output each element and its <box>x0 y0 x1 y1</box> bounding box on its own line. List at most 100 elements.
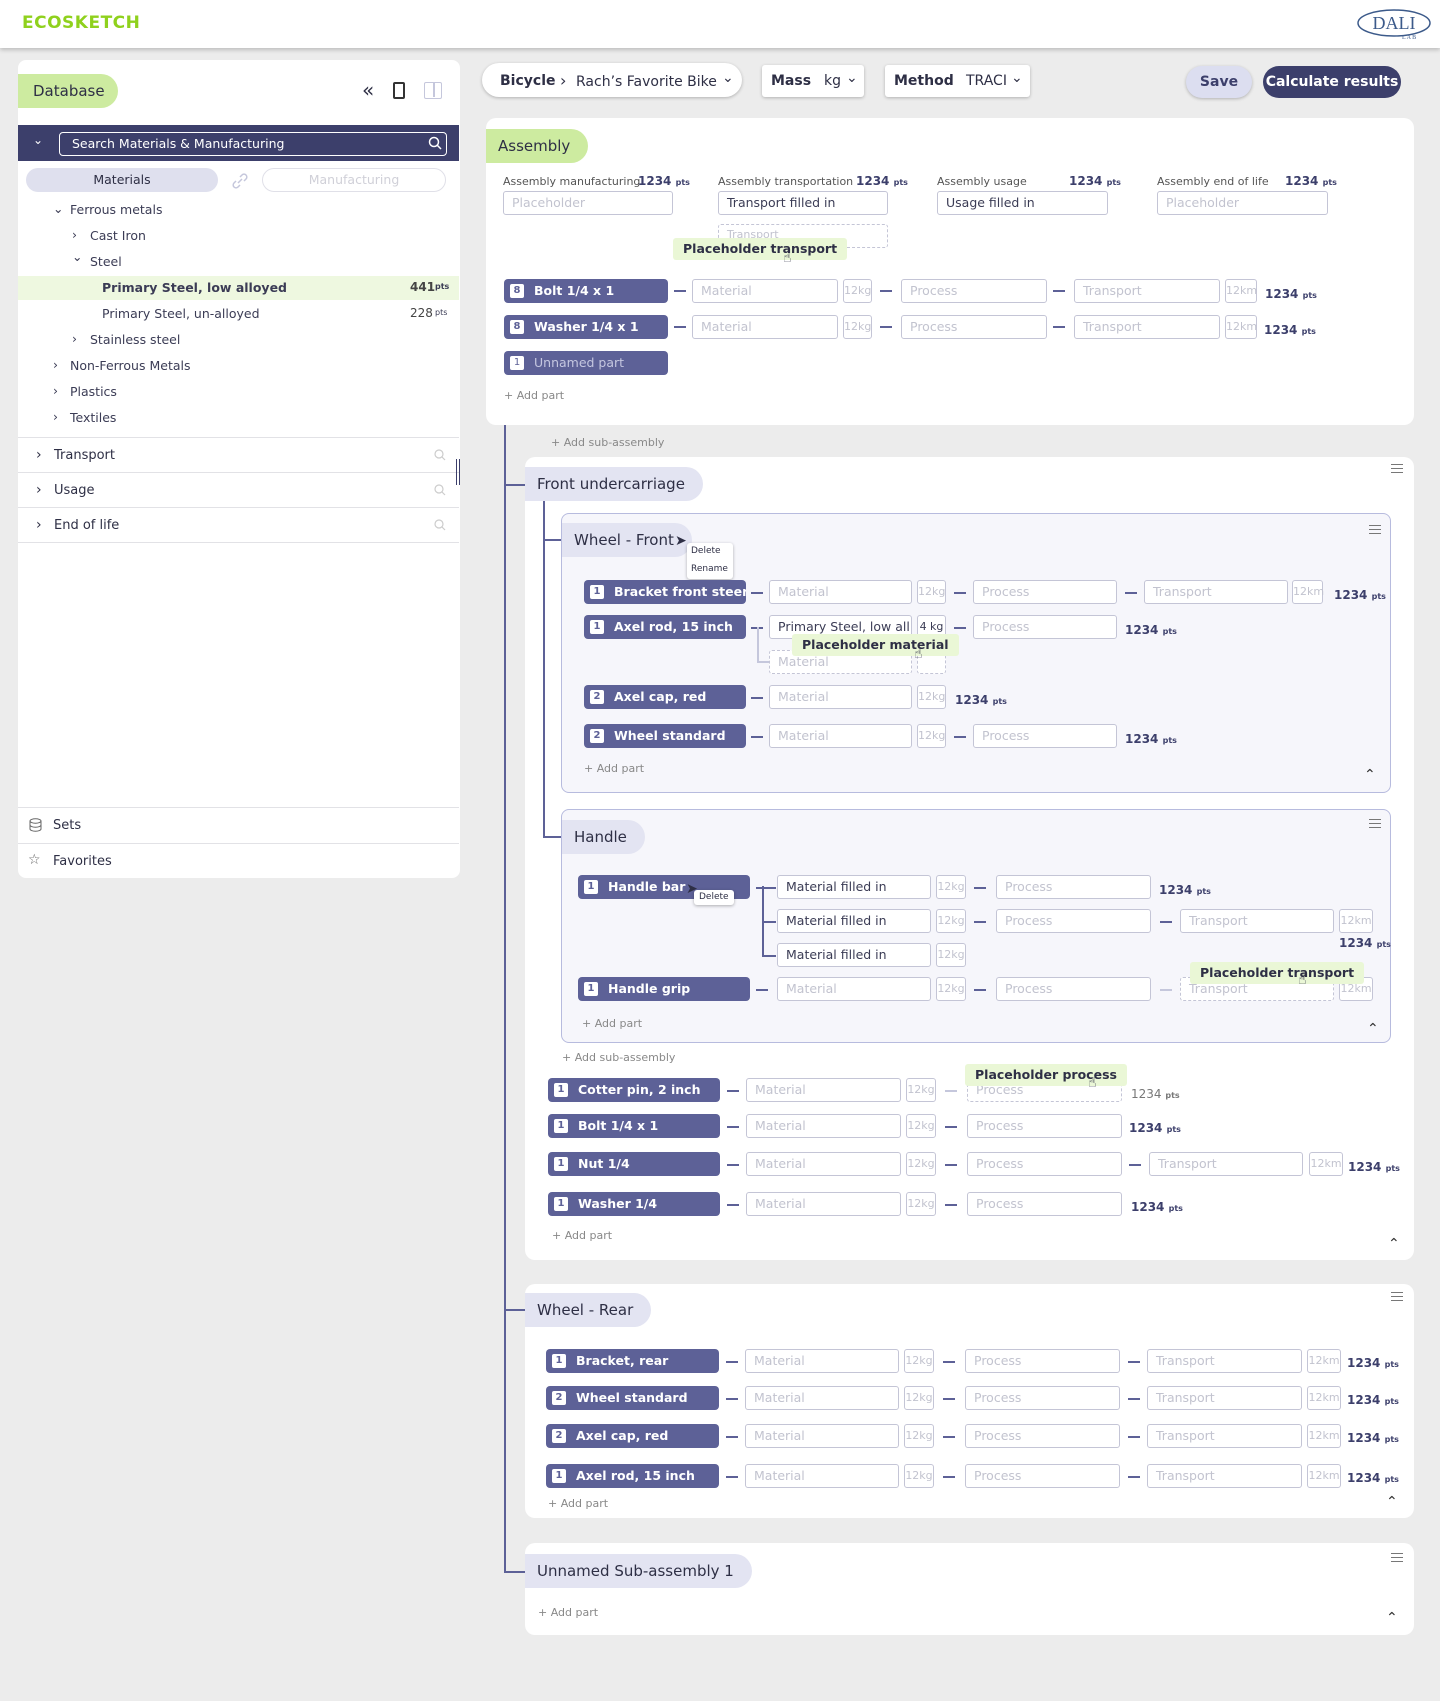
mass-input[interactable]: 12kg <box>906 1192 936 1216</box>
part-chip[interactable]: 2 Wheel standard <box>584 724 746 748</box>
add-sub-assembly-button[interactable]: + Add sub-assembly <box>551 436 664 449</box>
process-input[interactable]: Process <box>967 1192 1122 1216</box>
material-input[interactable]: Material <box>769 724 912 748</box>
material-input[interactable]: Material <box>746 1152 901 1176</box>
process-input[interactable]: Process <box>965 1386 1120 1410</box>
process-input[interactable]: Process <box>901 279 1047 303</box>
tree-item-primary-steel-low[interactable]: Primary Steel, low alloyed <box>102 280 287 295</box>
assembly-transportation-input[interactable]: Transport filled in <box>718 191 888 215</box>
part-chip-unnamed[interactable]: 1 Unnamed part <box>504 351 668 375</box>
part-chip[interactable]: 1 Bolt 1/4 x 1 <box>548 1114 720 1138</box>
part-chip[interactable]: 1Bracket front steeri... <box>584 580 746 604</box>
transport-input[interactable]: Transport <box>1147 1349 1302 1373</box>
menu-icon[interactable] <box>1391 464 1403 473</box>
chevron-down-icon[interactable]: ⌄ <box>846 70 858 86</box>
section-transport[interactable]: Transport <box>18 437 459 473</box>
transport-input[interactable]: Transport <box>1147 1386 1302 1410</box>
material-input[interactable]: Material <box>746 1114 901 1138</box>
chevron-up-icon[interactable]: ⌃ <box>1367 1021 1379 1037</box>
process-input[interactable]: Process <box>967 1152 1122 1176</box>
tree-item-ferrous-metals[interactable]: Ferrous metals <box>70 202 162 217</box>
part-chip[interactable]: 2 Wheel standard <box>546 1386 719 1410</box>
mass-input[interactable]: 12kg <box>917 580 946 604</box>
delete-menu-item[interactable]: Delete <box>691 546 721 556</box>
assembly-usage-input[interactable]: Usage filled in <box>937 191 1108 215</box>
chevron-right-icon[interactable]: › <box>36 517 42 533</box>
distance-input[interactable]: 12km <box>1292 580 1324 604</box>
mass-unit[interactable]: kg <box>824 73 841 89</box>
search-icon[interactable] <box>434 519 446 531</box>
collapse-icon[interactable]: « <box>362 80 374 100</box>
part-chip[interactable]: 8 Bolt 1/4 x 1 <box>504 279 668 303</box>
chevron-right-icon[interactable]: › <box>53 357 58 372</box>
add-part-button[interactable]: + Add part <box>538 1606 598 1619</box>
mass-input[interactable]: 12kg <box>904 1386 934 1410</box>
mass-input[interactable]: 12kg <box>906 1114 936 1138</box>
part-chip[interactable]: 1 Handle grip <box>578 977 750 1001</box>
mass-input[interactable]: 12kg <box>936 875 966 899</box>
chevron-down-icon[interactable]: ⌄ <box>53 201 63 216</box>
mass-input[interactable]: 12kg <box>843 315 872 339</box>
transport-input[interactable]: Transport <box>1147 1464 1302 1488</box>
tree-item-cast-iron[interactable]: Cast Iron <box>90 228 146 243</box>
material-input[interactable]: Material <box>745 1464 899 1488</box>
add-part-button[interactable]: + Add part <box>548 1497 608 1510</box>
material-input[interactable]: Material <box>745 1349 899 1373</box>
chevron-right-icon[interactable]: › <box>72 227 77 242</box>
add-part-button[interactable]: + Add part <box>584 762 644 775</box>
process-input[interactable]: Process <box>967 1114 1122 1138</box>
mass-input[interactable]: 12kg <box>936 909 966 933</box>
part-chip[interactable]: 1 Bracket, rear <box>546 1349 719 1373</box>
tree-item-non-ferrous[interactable]: Non-Ferrous Metals <box>70 358 191 373</box>
distance-input[interactable]: 12km <box>1309 1152 1343 1176</box>
assembly-end-of-life-input[interactable]: Placeholder <box>1157 191 1328 215</box>
distance-input[interactable]: 12km <box>1307 1464 1341 1488</box>
material-input[interactable]: Material filled in <box>777 943 931 967</box>
add-part-button[interactable]: + Add part <box>504 389 564 402</box>
chevron-right-icon[interactable]: › <box>36 447 42 463</box>
mass-input[interactable]: 12kg <box>917 724 946 748</box>
chevron-down-icon[interactable]: ⌄ <box>722 70 734 86</box>
tab-materials[interactable]: Materials <box>26 168 218 192</box>
process-input[interactable]: Process <box>973 615 1117 639</box>
material-input[interactable]: Material filled in <box>777 909 931 933</box>
material-input[interactable]: Material <box>692 279 838 303</box>
delete-menu-item[interactable]: Delete <box>699 892 729 902</box>
transport-input[interactable]: Transport <box>1074 279 1220 303</box>
chevron-right-icon[interactable]: › <box>36 482 42 498</box>
chevron-down-icon[interactable]: ⌄ <box>1011 70 1023 86</box>
section-usage[interactable]: Usage <box>18 472 459 508</box>
chevron-up-icon[interactable]: ⌃ <box>1364 767 1376 783</box>
chevron-down-icon[interactable]: ⌄ <box>33 133 43 147</box>
ecosketch-logo[interactable]: ECOSKETCH <box>22 13 140 33</box>
part-chip[interactable]: 1 Cotter pin, 2 inch <box>548 1078 720 1102</box>
chevron-up-icon[interactable]: ⌃ <box>1386 1494 1398 1510</box>
part-chip[interactable]: 1 Axel rod, 15 inch <box>546 1464 719 1488</box>
transport-input[interactable]: Transport <box>1149 1152 1303 1176</box>
chevron-right-icon[interactable]: › <box>53 409 58 424</box>
material-input[interactable]: Material <box>746 1078 901 1102</box>
breadcrumb-variant[interactable]: Rach’s Favorite Bike <box>576 74 717 90</box>
method-value[interactable]: TRACI <box>966 73 1007 89</box>
mass-input[interactable]: 12kg <box>906 1078 936 1102</box>
material-input[interactable]: Material filled in <box>777 875 931 899</box>
distance-input[interactable]: 12km <box>1339 909 1373 933</box>
process-input[interactable]: Process <box>965 1424 1120 1448</box>
search-input[interactable]: Search Materials & Manufacturing <box>59 132 447 156</box>
process-input[interactable]: Process <box>996 977 1151 1001</box>
material-input[interactable]: Material <box>769 580 912 604</box>
mass-input[interactable]: 12kg <box>917 685 946 709</box>
sets-item[interactable]: Sets <box>18 807 459 843</box>
mass-input[interactable]: 12kg <box>904 1464 934 1488</box>
process-input[interactable]: Process <box>901 315 1047 339</box>
tree-item-primary-steel-un[interactable]: Primary Steel, un-alloyed <box>102 306 260 321</box>
tab-manufacturing[interactable]: Manufacturing <box>262 168 446 192</box>
chevron-up-icon[interactable]: ⌃ <box>1386 1610 1398 1626</box>
material-input[interactable]: Material <box>745 1386 899 1410</box>
process-input[interactable]: Process <box>973 580 1117 604</box>
process-input[interactable]: Process <box>996 909 1151 933</box>
chevron-right-icon[interactable]: › <box>72 331 77 346</box>
assembly-manufacturing-input[interactable]: Placeholder <box>503 191 673 215</box>
transport-input[interactable]: Transport <box>1147 1424 1302 1448</box>
save-button[interactable]: Save <box>1186 66 1252 98</box>
